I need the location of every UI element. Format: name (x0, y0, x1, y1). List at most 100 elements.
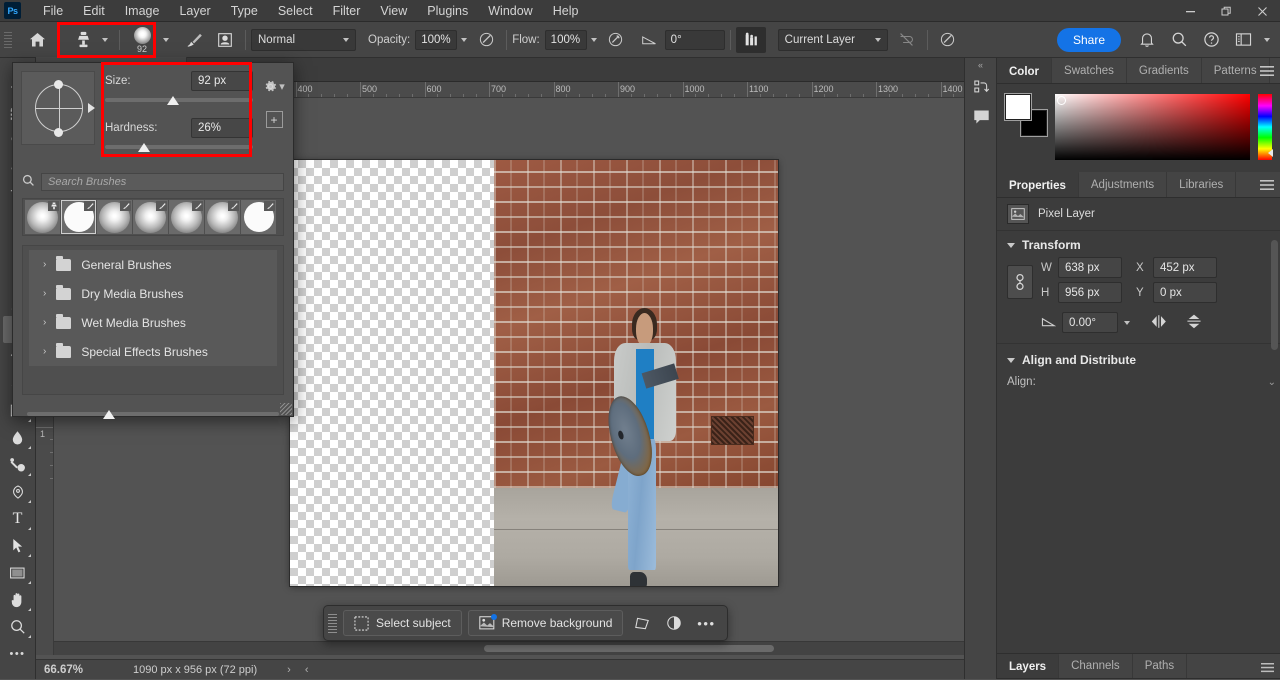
brush-preset-thumbnail[interactable] (205, 200, 240, 234)
brush-hardness-slider[interactable] (105, 141, 253, 155)
brush-preset-picker[interactable]: 92 (125, 25, 159, 55)
active-tool-chip[interactable] (66, 26, 114, 54)
menu-window[interactable]: Window (478, 1, 542, 21)
help-icon[interactable] (1196, 26, 1226, 54)
menu-layer[interactable]: Layer (169, 1, 220, 21)
tool-pen[interactable] (3, 478, 33, 505)
tool-rectangle[interactable] (3, 559, 33, 586)
menu-select[interactable]: Select (268, 1, 323, 21)
slider-knob[interactable] (103, 410, 115, 419)
brush-preset-thumbnail[interactable] (25, 200, 60, 234)
menu-image[interactable]: Image (115, 1, 170, 21)
tab-libraries[interactable]: Libraries (1167, 172, 1236, 197)
foreground-color-swatch[interactable] (1005, 94, 1031, 120)
menu-help[interactable]: Help (543, 1, 589, 21)
contextual-task-bar[interactable]: Select subject Remove background ••• (323, 605, 728, 641)
tool-blur[interactable] (3, 424, 33, 451)
opacity-input[interactable]: 100% (415, 30, 457, 50)
brush-preset-panel[interactable]: Size: 92 px Hardness: 26% ▾ + (12, 62, 294, 417)
smoothing-angle-icon[interactable] (635, 26, 665, 54)
rotation-input[interactable]: 0.00° (1062, 312, 1118, 333)
align-icon[interactable] (736, 27, 766, 53)
menu-view[interactable]: View (370, 1, 417, 21)
chevron-right-icon[interactable]: › (43, 288, 46, 299)
panel-menu-icon[interactable] (1261, 654, 1274, 680)
brush-preset-thumbnail[interactable] (61, 200, 96, 234)
hue-slider[interactable] (1258, 94, 1272, 160)
brush-preset-thumbnail[interactable] (133, 200, 168, 234)
clone-source-panel-icon[interactable] (210, 26, 240, 54)
flip-vertical-icon[interactable] (1186, 313, 1202, 333)
chevron-right-icon[interactable]: › (43, 317, 46, 328)
canvas-horizontal-scrollbar[interactable] (54, 641, 982, 655)
pressure-size-icon[interactable] (933, 26, 963, 54)
history-panel-icon[interactable] (965, 72, 997, 102)
workspace-dropdown-caret[interactable] (1260, 26, 1274, 54)
brush-size-slider[interactable] (105, 94, 253, 108)
new-brush-preset-icon[interactable]: + (266, 111, 283, 128)
tool-type[interactable]: T (3, 505, 33, 532)
menu-file[interactable]: File (33, 1, 73, 21)
share-button[interactable]: Share (1057, 28, 1121, 52)
tool-path-selection[interactable] (3, 532, 33, 559)
tab-paths[interactable]: Paths (1133, 654, 1187, 678)
y-position-input[interactable]: 0 px (1153, 282, 1217, 303)
zoom-level[interactable]: 66.67% (44, 664, 83, 676)
edit-toolbar-icon[interactable]: ••• (3, 640, 33, 667)
search-brushes-input[interactable]: Search Brushes (41, 173, 284, 191)
color-spectrum[interactable] (1055, 94, 1250, 160)
brush-folder-dry-media[interactable]: › Dry Media Brushes (29, 279, 277, 308)
close-button[interactable] (1244, 0, 1280, 22)
comments-panel-icon[interactable] (965, 102, 997, 132)
pressure-opacity-icon[interactable] (471, 26, 501, 54)
brush-preset-thumbnail[interactable] (241, 200, 276, 234)
opacity-dropdown-caret[interactable] (457, 26, 471, 54)
tab-color[interactable]: Color (997, 58, 1052, 83)
brush-roundness-handle-top[interactable] (54, 80, 63, 89)
width-input[interactable]: 638 px (1058, 257, 1122, 278)
search-icon[interactable] (1164, 26, 1194, 54)
slider-knob[interactable] (167, 96, 179, 105)
settings-gear-icon[interactable]: ▾ (263, 75, 285, 97)
brush-angle-input[interactable]: 0° (665, 30, 725, 50)
adjustment-icon[interactable] (661, 610, 687, 636)
slider-knob[interactable] (138, 143, 150, 152)
brush-panel-zoom-slider[interactable] (27, 407, 279, 421)
tool-dodge[interactable] (3, 451, 33, 478)
chevron-down-icon[interactable] (1124, 321, 1130, 325)
minimize-button[interactable] (1172, 0, 1208, 22)
tab-swatches[interactable]: Swatches (1052, 58, 1127, 83)
brush-size-input[interactable]: 92 px (191, 71, 253, 91)
collapse-panels-icon[interactable]: « (965, 58, 996, 72)
panel-menu-icon[interactable] (1260, 58, 1274, 84)
brush-folder-special-effects[interactable]: › Special Effects Brushes (29, 337, 277, 366)
tab-adjustments[interactable]: Adjustments (1079, 172, 1167, 197)
select-subject-button[interactable]: Select subject (343, 610, 462, 636)
tool-hand[interactable] (3, 586, 33, 613)
flow-input[interactable]: 100% (545, 30, 587, 50)
brush-preset-thumbnail[interactable] (97, 200, 132, 234)
menu-edit[interactable]: Edit (73, 1, 115, 21)
tab-channels[interactable]: Channels (1059, 654, 1133, 678)
properties-scrollbar-thumb[interactable] (1271, 240, 1278, 350)
brush-folder-general[interactable]: › General Brushes (29, 250, 277, 279)
properties-scroll-chevron-icon[interactable]: ⌄ (1268, 377, 1276, 388)
workspace-icon[interactable] (1228, 26, 1258, 54)
x-position-input[interactable]: 452 px (1153, 257, 1217, 278)
scrollbar-thumb[interactable] (484, 645, 774, 652)
brush-roundness-handle-bottom[interactable] (54, 128, 63, 137)
menu-plugins[interactable]: Plugins (417, 1, 478, 21)
tab-gradients[interactable]: Gradients (1127, 58, 1202, 83)
brush-settings-panel-icon[interactable] (180, 26, 210, 54)
tab-layers[interactable]: Layers (997, 654, 1059, 678)
panel-menu-icon[interactable] (1260, 172, 1274, 198)
height-input[interactable]: 956 px (1058, 282, 1122, 303)
transform-section-header[interactable]: Transform (997, 231, 1280, 257)
artboard[interactable] (290, 160, 778, 586)
chevron-right-icon[interactable]: › (43, 259, 46, 270)
remove-background-button[interactable]: Remove background (468, 610, 624, 636)
brush-angle-roundness-icon[interactable] (21, 71, 95, 145)
transform-icon[interactable] (629, 610, 655, 636)
blend-mode-select[interactable]: Normal (251, 29, 356, 51)
chevron-right-icon[interactable]: › (43, 346, 46, 357)
